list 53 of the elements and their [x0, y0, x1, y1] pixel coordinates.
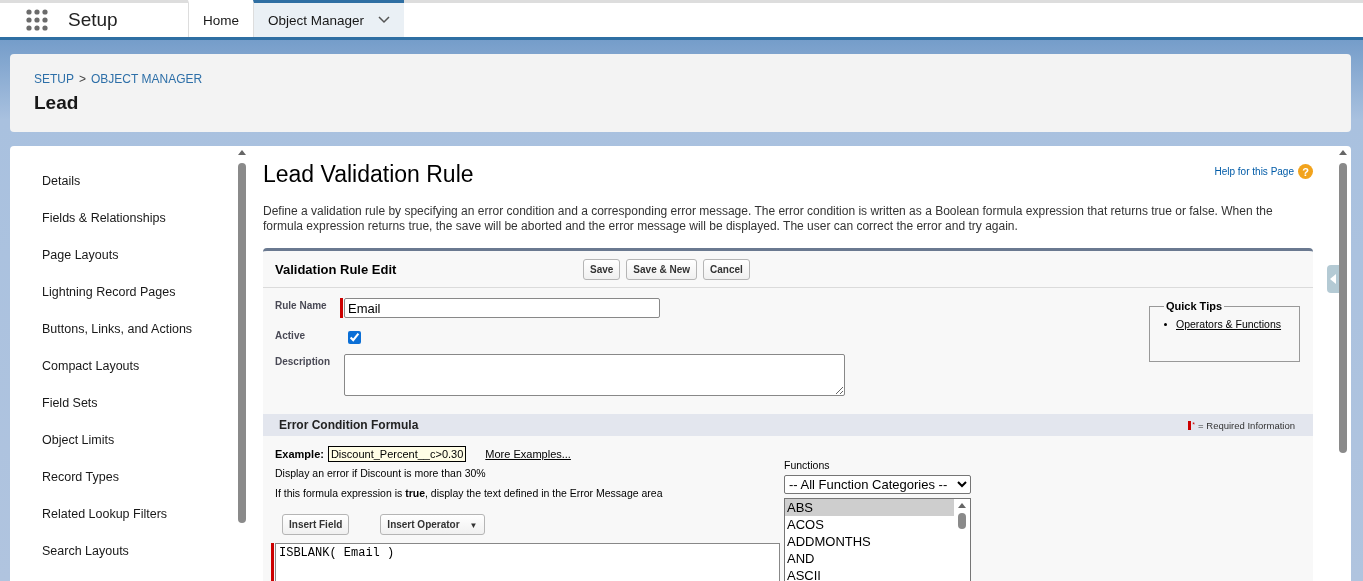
app-launcher-icon[interactable]	[26, 9, 48, 31]
sidebar-item[interactable]: Field Sets	[42, 396, 236, 433]
example-note: Display an error if Discount is more than 30%	[275, 467, 487, 479]
chevron-down-icon[interactable]	[378, 16, 391, 24]
function-item[interactable]: ACOS	[785, 516, 954, 533]
formula-editor[interactable]: ISBLANK( Email )	[275, 543, 780, 581]
sidebar-item[interactable]: Buttons, Links, and Actions	[42, 322, 236, 359]
insert-operator-button[interactable]: Insert Operator ▼	[380, 514, 485, 535]
breadcrumb-separator: >	[79, 72, 87, 86]
function-item[interactable]: ASCII	[785, 567, 954, 581]
sidebar-item[interactable]: Details	[42, 174, 236, 211]
help-link[interactable]: Help for this Page ?	[1214, 164, 1313, 179]
field-label: Active	[275, 329, 306, 341]
sidebar-item[interactable]: Lightning Record Pages	[42, 285, 236, 322]
sidebar-item[interactable]: Related Lookup Filters	[42, 507, 236, 544]
sidebar-item[interactable]: Record Types	[42, 470, 236, 507]
page-title: Lead Validation Rule	[263, 161, 474, 188]
breadcrumb-link[interactable]: OBJECT MANAGER	[91, 72, 203, 86]
function-item[interactable]: AND	[785, 550, 954, 567]
functions-list[interactable]: ABS ACOS ADDMONTHS AND ASCII	[784, 498, 971, 581]
bullet-icon	[1164, 322, 1167, 326]
more-examples-link[interactable]: More Examples...	[485, 448, 571, 460]
sidebar-item[interactable]: Fields & Relationships	[42, 211, 236, 248]
app-title: Setup	[68, 9, 118, 31]
sidebar-item[interactable]: Compact Layouts	[42, 359, 236, 396]
input-field[interactable]: Email	[344, 298, 660, 318]
insert-field-button[interactable]: Insert Field	[282, 514, 350, 535]
page-description: Define a validation rule by specifying an error condition and a corresponding error message. The error condition is written as a Boolean formula expression that returns true or false. When the formula expression returns true, the save will be aborted and the error message will be displayed. The user can correct the error and try again.	[263, 204, 1274, 234]
example-formula: Discount_Percent__c>0.30	[327, 446, 467, 462]
checkbox[interactable]	[348, 331, 361, 344]
required-legend: = Required Information	[1198, 419, 1295, 431]
tip-link[interactable]: Operators & Functions	[1176, 318, 1282, 330]
form-button[interactable]: Save & New	[626, 258, 698, 280]
example-label: Example:	[275, 448, 324, 460]
category-select[interactable]: -- All Function Categories --	[784, 475, 971, 494]
sidebar-item[interactable]: Object Limits	[42, 433, 236, 470]
functions-label: Functions	[784, 459, 831, 471]
sidebar-item[interactable]: Page Layouts	[42, 248, 236, 285]
function-item[interactable]: ABS	[785, 499, 954, 516]
sidebar-item[interactable]: Search Layouts	[42, 544, 236, 581]
section-title: Error Condition Formula	[279, 418, 419, 432]
field-label: Description	[275, 355, 331, 367]
nav-tab[interactable]: Object Manager	[253, 0, 405, 37]
field-label: Rule Name	[275, 299, 328, 311]
breadcrumb-link[interactable]: SETUP	[34, 72, 74, 86]
object-title: Lead	[34, 92, 80, 114]
nav-tab[interactable]: Home	[188, 0, 253, 37]
form-button[interactable]: Cancel	[703, 258, 750, 280]
function-item[interactable]: ADDMONTHS	[785, 533, 954, 550]
quick-tips-title: Quick Tips	[1165, 300, 1224, 312]
formula-hint: If this formula expression is true, display the text defined in the Error Message area	[275, 487, 664, 499]
panel-title: Validation Rule Edit	[275, 261, 398, 277]
form-button[interactable]: Save	[583, 258, 621, 280]
